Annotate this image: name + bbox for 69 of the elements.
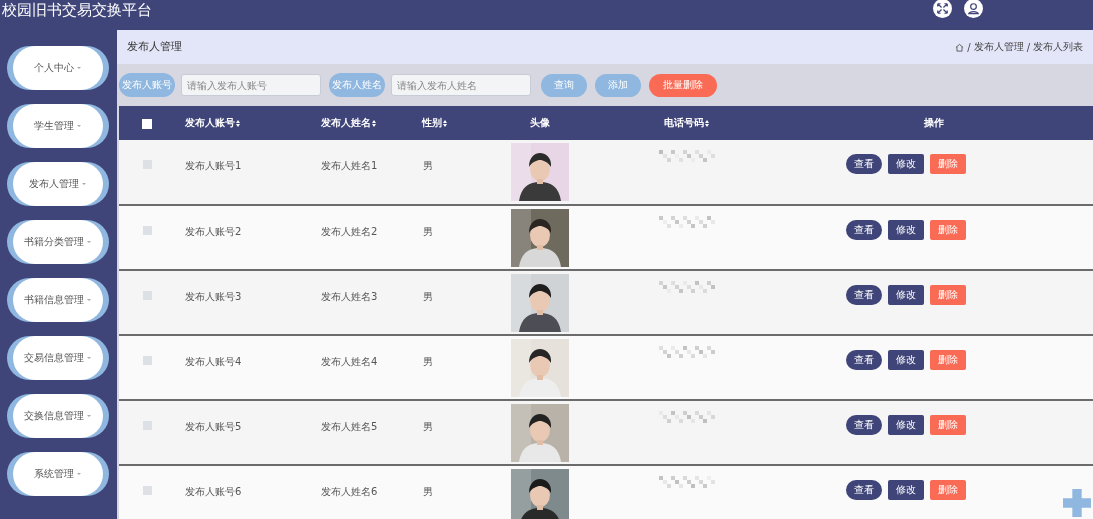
table-cell: 发布人姓名3 [321, 291, 378, 302]
page-title: 发布人管理 [127, 40, 182, 54]
table-cell: 男 [423, 486, 433, 497]
table-cell: 男 [423, 421, 433, 432]
view-button[interactable]: 查看 [846, 480, 882, 500]
column-header: 头像 [529, 116, 550, 130]
table-cell: 发布人账号1 [185, 160, 242, 171]
edit-button[interactable]: 修改 [888, 350, 924, 370]
fullscreen-icon[interactable] [933, 0, 952, 18]
table-cell: 发布人账号2 [185, 226, 242, 237]
view-button[interactable]: 查看 [846, 415, 882, 435]
breadcrumb-separator: / [1026, 41, 1030, 53]
table-cell: 发布人姓名1 [321, 160, 378, 171]
field-label: 发布人账号 [119, 73, 175, 97]
table-cell: 发布人账号6 [185, 486, 242, 497]
table-cell: 发布人姓名5 [321, 421, 378, 432]
input-field[interactable]: 请输入发布人账号 [181, 74, 321, 96]
row-checkbox[interactable] [142, 291, 152, 300]
table-cell: 发布人账号3 [185, 291, 242, 302]
caret-icon [82, 183, 86, 185]
breadcrumb-separator: / [967, 41, 971, 53]
edit-button[interactable]: 修改 [888, 154, 924, 174]
input-field[interactable]: 请输入发布人姓名 [391, 74, 531, 96]
sort-icon[interactable] [236, 123, 240, 127]
table-cell: 男 [423, 160, 433, 171]
sort-icon[interactable] [705, 123, 709, 127]
table-cell: 发布人姓名6 [321, 486, 378, 497]
table-cell: 男 [423, 356, 433, 367]
caret-icon [77, 125, 81, 127]
table-cell: 发布人账号5 [185, 421, 242, 432]
row-checkbox[interactable] [142, 356, 152, 365]
column-header[interactable]: 电话号码 [664, 116, 709, 130]
caret-icon [87, 299, 91, 301]
table-cell: 男 [423, 291, 433, 302]
edit-button[interactable]: 修改 [888, 480, 924, 500]
caret-icon [87, 415, 91, 417]
breadcrumb-link[interactable]: 发布人管理 [973, 40, 1024, 54]
row-checkbox[interactable] [142, 160, 152, 169]
column-header[interactable]: 性别 [422, 116, 447, 130]
field-label: 发布人姓名 [329, 73, 385, 97]
edit-button[interactable]: 修改 [888, 415, 924, 435]
caret-icon [77, 473, 81, 475]
caret-icon [77, 67, 81, 69]
table-cell: 发布人姓名4 [321, 356, 378, 367]
sort-icon[interactable] [443, 123, 447, 127]
column-header[interactable]: 发布人账号 [185, 116, 240, 130]
app-title: 校园旧书交易交换平台 [1, 0, 152, 20]
edit-button[interactable]: 修改 [888, 285, 924, 305]
edit-button[interactable]: 修改 [888, 220, 924, 240]
table-cell: 男 [423, 226, 433, 237]
caret-icon [87, 357, 91, 359]
home-icon[interactable] [955, 42, 965, 52]
column-header[interactable]: 发布人姓名 [321, 116, 376, 130]
sort-icon[interactable] [372, 123, 376, 127]
view-button[interactable]: 查看 [846, 154, 882, 174]
user-icon[interactable] [964, 0, 983, 18]
view-button[interactable]: 查看 [846, 285, 882, 305]
caret-icon [87, 241, 91, 243]
column-header: 操作 [924, 116, 944, 130]
row-checkbox[interactable] [142, 421, 152, 430]
table-cell: 发布人账号4 [185, 356, 242, 367]
row-checkbox[interactable] [142, 486, 152, 495]
breadcrumb-link[interactable]: 发布人列表 [1033, 40, 1083, 54]
select-all-checkbox[interactable] [142, 118, 152, 129]
table-cell: 发布人姓名2 [321, 226, 378, 237]
view-button[interactable]: 查看 [846, 220, 882, 240]
view-button[interactable]: 查看 [846, 350, 882, 370]
row-checkbox[interactable] [142, 226, 152, 235]
plus-icon[interactable] [1063, 489, 1091, 517]
